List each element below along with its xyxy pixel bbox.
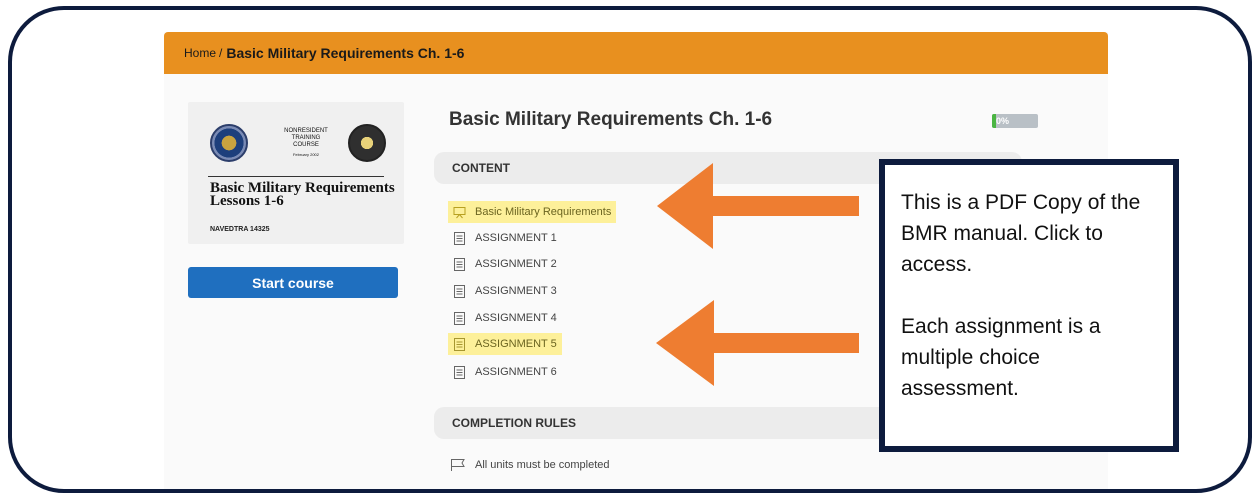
- unit-assignment-3[interactable]: ASSIGNMENT 3: [448, 280, 562, 302]
- unit-label: ASSIGNMENT 4: [475, 312, 557, 324]
- unit-label: ASSIGNMENT 5: [475, 338, 557, 350]
- unit-basic-military-requirements[interactable]: Basic Military Requirements: [448, 201, 617, 223]
- progress-label: 0%: [996, 116, 1010, 126]
- flag-icon: [450, 458, 466, 472]
- unit-label: ASSIGNMENT 2: [475, 258, 557, 270]
- unit-label: ASSIGNMENT 6: [475, 366, 557, 378]
- cover-date: February 2002: [292, 152, 319, 157]
- cover-header-line: COURSE: [293, 142, 319, 148]
- unit-assignment-2[interactable]: ASSIGNMENT 2: [448, 253, 562, 275]
- unit-label: Basic Military Requirements: [475, 206, 612, 218]
- breadcrumb-home-link[interactable]: Home: [184, 46, 216, 60]
- breadcrumb: Home / Basic Military Requirements Ch. 1…: [164, 32, 1108, 74]
- document-icon: [453, 337, 466, 351]
- breadcrumb-separator: /: [219, 46, 223, 60]
- cover-title: Basic Military Requirements Lessons 1-6: [210, 180, 395, 209]
- unit-assignment-1[interactable]: ASSIGNMENT 1: [448, 227, 562, 249]
- annotation-callout: This is a PDF Copy of the BMR manual. Cl…: [879, 159, 1179, 452]
- arrow-left-icon: [656, 300, 859, 386]
- completion-rule-text: All units must be completed: [475, 459, 610, 471]
- cover-divider: [208, 176, 384, 177]
- cover-header-line: NONRESIDENT: [284, 128, 328, 134]
- presentation-icon: [453, 206, 466, 219]
- completion-rule: All units must be completed: [450, 458, 610, 472]
- document-icon: [453, 284, 466, 298]
- document-icon: [453, 365, 466, 379]
- cover-code: NAVEDTRA 14325: [210, 226, 270, 233]
- course-cover-image: NONRESIDENT TRAINING COURSE February 200…: [188, 102, 404, 244]
- arrow-left-icon: [657, 163, 859, 249]
- unit-assignment-6[interactable]: ASSIGNMENT 6: [448, 361, 562, 383]
- cover-header-line: TRAINING: [291, 135, 321, 141]
- document-icon: [453, 257, 466, 271]
- page-title: Basic Military Requirements Ch. 1-6: [449, 109, 773, 130]
- start-course-button[interactable]: Start course: [188, 267, 398, 298]
- progress-bar: 0%: [992, 114, 1038, 128]
- breadcrumb-current: Basic Military Requirements Ch. 1-6: [226, 45, 465, 61]
- unit-label: ASSIGNMENT 3: [475, 285, 557, 297]
- unit-assignment-5[interactable]: ASSIGNMENT 5: [448, 333, 562, 355]
- unit-assignment-4[interactable]: ASSIGNMENT 4: [448, 307, 562, 329]
- cover-header: NONRESIDENT TRAINING COURSE February 200…: [266, 128, 346, 158]
- document-icon: [453, 231, 466, 245]
- unit-label: ASSIGNMENT 1: [475, 232, 557, 244]
- annotation-text: Each assignment is a multiple choice ass…: [901, 315, 1101, 400]
- annotation-text: This is a PDF Copy of the BMR manual. Cl…: [901, 191, 1141, 276]
- navy-education-seal-icon: [210, 124, 248, 162]
- document-icon: [453, 311, 466, 325]
- united-states-navy-seal-icon: [348, 124, 386, 162]
